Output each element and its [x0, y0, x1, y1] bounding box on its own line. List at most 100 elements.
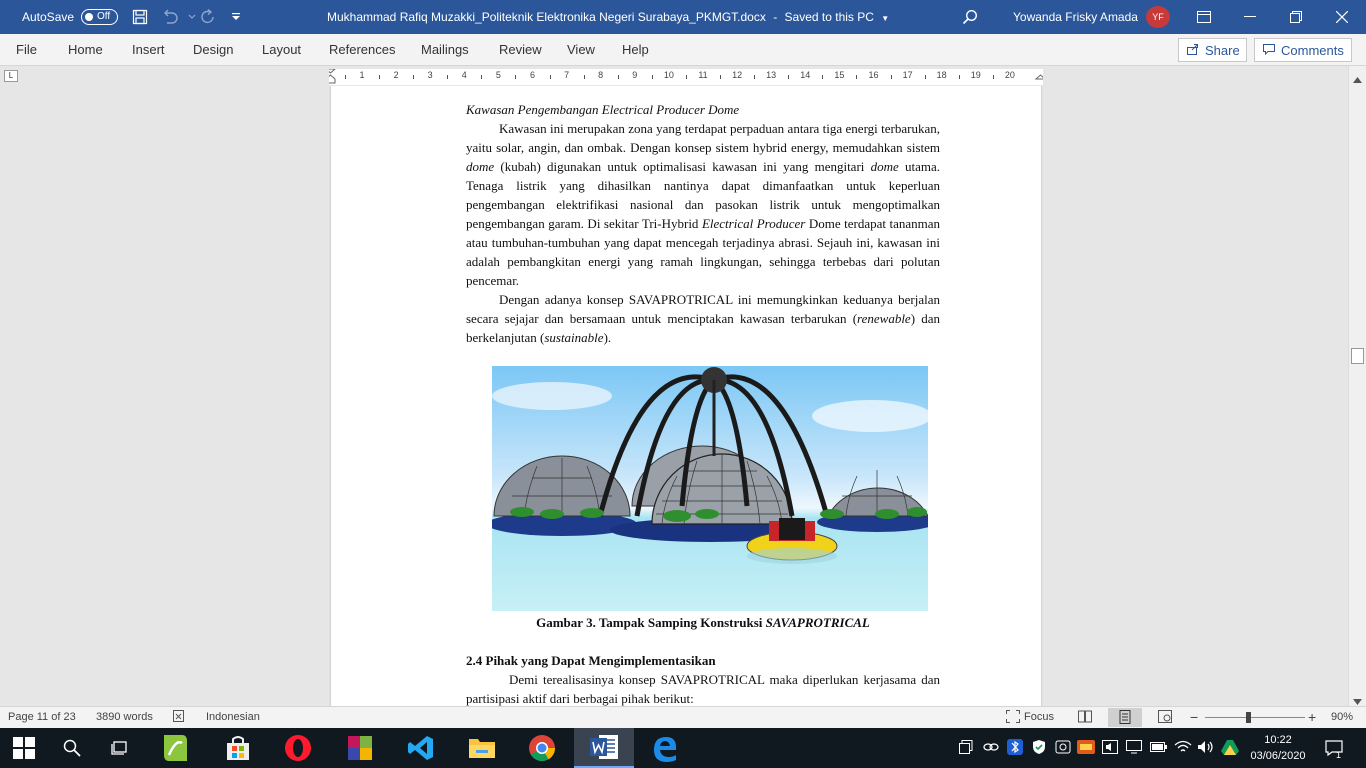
- word-count[interactable]: 3890 words: [96, 711, 153, 723]
- paragraph[interactable]: Kawasan ini merupakan zona yang terdapat…: [466, 119, 940, 290]
- text-run-italic: renewable: [857, 311, 911, 326]
- system-clock[interactable]: 10:22 03/06/2020: [1248, 732, 1308, 764]
- close-icon[interactable]: [1319, 0, 1365, 34]
- ruler-tick: [447, 75, 449, 79]
- search-icon[interactable]: [961, 8, 979, 26]
- link-icon[interactable]: [982, 738, 1000, 756]
- ribbon-tab-bar: File Home Insert Design Layout Reference…: [0, 34, 1366, 66]
- ruler-tick: [924, 75, 926, 79]
- tab-home[interactable]: Home: [68, 42, 103, 57]
- tab-references[interactable]: References: [329, 42, 395, 57]
- zoom-slider-knob[interactable]: [1246, 712, 1251, 723]
- page-info[interactable]: Page 11 of 23: [8, 711, 76, 723]
- tab-review[interactable]: Review: [499, 42, 542, 57]
- ruler-tick: [549, 75, 551, 79]
- figure-image[interactable]: [492, 366, 928, 611]
- ruler-tick: [685, 75, 687, 79]
- vertical-scrollbar[interactable]: [1348, 66, 1366, 706]
- print-layout-icon[interactable]: [1108, 708, 1142, 727]
- page-content[interactable]: Kawasan Pengembangan Electrical Producer…: [466, 100, 940, 706]
- undo-icon[interactable]: [161, 8, 179, 26]
- save-icon[interactable]: [131, 8, 149, 26]
- focus-label[interactable]: Focus: [1024, 711, 1054, 723]
- zoom-slider[interactable]: [1205, 712, 1305, 723]
- tab-insert[interactable]: Insert: [132, 42, 165, 57]
- windows-start-icon[interactable]: [0, 728, 48, 768]
- chrome-icon[interactable]: [512, 728, 572, 768]
- horizontal-ruler[interactable]: 1 2 3 4 5 6 7 8 9 10 11 12 13 14 15 16 17 18 19 20: [329, 69, 1043, 85]
- customize-toolbar-icon[interactable]: [227, 8, 245, 26]
- user-name[interactable]: Yowanda Frisky Amada: [1013, 0, 1138, 34]
- language[interactable]: Indonesian: [206, 711, 260, 723]
- proofing-icon[interactable]: [173, 710, 187, 726]
- scrollbar-thumb[interactable]: [1351, 348, 1364, 364]
- subheading[interactable]: Kawasan Pengembangan Electrical Producer…: [466, 100, 940, 119]
- scroll-up-icon[interactable]: [1353, 70, 1362, 88]
- document-canvas[interactable]: Kawasan Pengembangan Electrical Producer…: [0, 86, 1348, 706]
- comment-icon: [1263, 43, 1275, 58]
- saved-status[interactable]: Saved to this PC: [785, 10, 874, 24]
- ruler-tick: [958, 75, 960, 79]
- restore-icon[interactable]: [1273, 0, 1319, 34]
- word-icon[interactable]: [574, 728, 634, 768]
- ruler-number: 13: [766, 70, 777, 80]
- read-mode-icon[interactable]: [1078, 710, 1092, 726]
- windows-taskbar: 10:22 03/06/2020 1: [0, 728, 1366, 768]
- security-icon[interactable]: [1030, 738, 1048, 756]
- store-icon[interactable]: [208, 728, 268, 768]
- section-heading[interactable]: 2.4 Pihak yang Dapat Mengimplementasikan: [466, 651, 940, 670]
- comments-button[interactable]: Comments: [1254, 38, 1352, 62]
- tab-design[interactable]: Design: [193, 42, 233, 57]
- tablet-mode-icon[interactable]: [957, 738, 975, 756]
- app-tray-icon[interactable]: [1054, 738, 1072, 756]
- bluetooth-app-icon[interactable]: [1006, 738, 1024, 756]
- web-layout-icon[interactable]: [1158, 710, 1172, 726]
- ruler-number: 15: [834, 70, 845, 80]
- paragraph[interactable]: Demi terealisasinya konsep SAVAPROTRICAL…: [466, 670, 940, 706]
- vscode-icon[interactable]: [391, 728, 451, 768]
- task-view-icon[interactable]: [96, 728, 144, 768]
- display-icon[interactable]: [1125, 738, 1143, 756]
- autosave-toggle[interactable]: Off: [81, 9, 118, 25]
- tab-file[interactable]: File: [16, 42, 37, 57]
- document-page[interactable]: Kawasan Pengembangan Electrical Producer…: [331, 86, 1041, 706]
- dome-illustration: [492, 367, 928, 564]
- tab-mailings[interactable]: Mailings: [421, 42, 469, 57]
- wifi-icon[interactable]: [1174, 738, 1192, 756]
- ruler-number: 10: [663, 70, 674, 80]
- tab-help[interactable]: Help: [622, 42, 649, 57]
- text-run-italic: dome: [466, 159, 495, 174]
- capture-app-icon[interactable]: [1077, 738, 1095, 756]
- zoom-level[interactable]: 90%: [1331, 711, 1353, 723]
- figure-caption[interactable]: Gambar 3. Tampak Samping Konstruksi SAVA…: [466, 613, 940, 632]
- share-button[interactable]: Share: [1178, 38, 1247, 62]
- file-explorer-icon[interactable]: [452, 728, 512, 768]
- tab-view[interactable]: View: [567, 42, 595, 57]
- tab-layout[interactable]: Layout: [262, 42, 301, 57]
- drive-app-icon[interactable]: [1221, 738, 1239, 756]
- search-icon[interactable]: [48, 728, 96, 768]
- redo-icon[interactable]: [199, 8, 217, 26]
- chevron-down-icon[interactable]: ▼: [881, 14, 889, 23]
- focus-icon[interactable]: [1006, 710, 1020, 726]
- minimize-icon[interactable]: [1227, 0, 1273, 34]
- ruler-number: 20: [1004, 70, 1015, 80]
- green-app-icon[interactable]: [144, 728, 204, 768]
- avatar[interactable]: YF: [1146, 6, 1170, 28]
- text-run-italic: dome: [870, 159, 899, 174]
- speaker-icon[interactable]: [1197, 738, 1215, 756]
- text-run: ).: [603, 330, 612, 345]
- ruler-tick: [379, 75, 381, 79]
- edge-icon[interactable]: [634, 728, 694, 768]
- ribbon-display-options-icon[interactable]: [1181, 0, 1227, 34]
- tab-selector-button[interactable]: L: [4, 70, 18, 82]
- paragraph[interactable]: Dengan adanya konsep SAVAPROTRICAL ini m…: [466, 290, 940, 347]
- zoom-out-button[interactable]: −: [1190, 709, 1198, 725]
- ruler-tick: [583, 75, 585, 79]
- battery-icon[interactable]: [1150, 738, 1168, 756]
- winrar-icon[interactable]: [330, 728, 390, 768]
- volume-app-icon[interactable]: [1101, 738, 1119, 756]
- zoom-in-button[interactable]: +: [1308, 709, 1316, 725]
- ruler-number: 17: [902, 70, 913, 80]
- opera-icon[interactable]: [268, 728, 328, 768]
